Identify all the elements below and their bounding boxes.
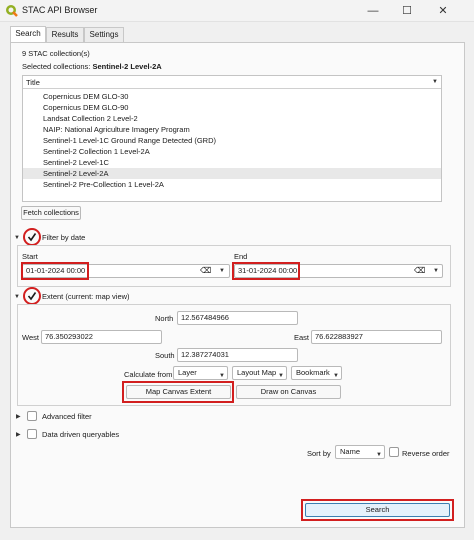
chevron-down-icon[interactable]: ▼ <box>433 268 439 274</box>
list-item[interactable]: Sentinel-2 Collection 1 Level-2A <box>23 146 441 157</box>
extent-label: Extent (current: map view) <box>42 292 130 301</box>
filter-date-label: Filter by date <box>42 233 86 242</box>
queryables-checkbox[interactable] <box>27 429 37 439</box>
bookmark-label: Bookmark <box>296 368 330 377</box>
list-item[interactable]: NAIP: National Agriculture Imagery Progr… <box>23 124 441 135</box>
calculate-from-label: Calculate from <box>124 370 173 379</box>
advanced-filter-label: Advanced filter <box>42 412 92 421</box>
fetch-collections-button[interactable]: Fetch collections <box>21 206 81 220</box>
close-button[interactable]: ✕ <box>428 2 458 20</box>
extent-checkbox[interactable] <box>27 291 37 301</box>
layer-dropdown-label: Layer <box>178 368 197 377</box>
list-header: Title ▼ <box>23 76 441 89</box>
south-label: South <box>155 351 175 360</box>
sort-by-label: Sort by <box>307 449 331 458</box>
checkmark-icon <box>27 233 37 242</box>
chevron-down-icon: ▼ <box>333 373 339 379</box>
list-item-selected[interactable]: Sentinel-2 Level-2A <box>23 168 441 179</box>
west-label: West <box>22 333 39 342</box>
north-label: North <box>155 314 174 323</box>
minimize-button[interactable]: — <box>358 2 388 20</box>
expand-arrow-icon[interactable]: ▶ <box>16 413 21 420</box>
start-label: Start <box>22 252 38 261</box>
reverse-order-checkbox[interactable] <box>389 447 399 457</box>
queryables-label: Data driven queryables <box>42 430 120 439</box>
list-item[interactable]: Copernicus DEM GLO-30 <box>23 91 441 102</box>
window-title: STAC API Browser <box>22 5 98 15</box>
south-field[interactable]: 12.387274031 <box>177 348 298 362</box>
start-highlight-box <box>21 262 89 280</box>
list-item[interactable]: Sentinel-2 Level-1C <box>23 157 441 168</box>
layer-dropdown[interactable]: Layer ▼ <box>173 366 228 380</box>
layout-map-label: Layout Map <box>237 368 277 377</box>
collections-list[interactable]: Title ▼ Copernicus DEM GLO-30 Copernicus… <box>22 75 442 202</box>
list-item[interactable]: Sentinel-2 Pre-Collection 1 Level-2A <box>23 179 441 190</box>
end-highlight-box <box>232 262 300 280</box>
qgis-logo-icon <box>6 5 18 17</box>
chevron-down-icon[interactable]: ▼ <box>219 268 225 274</box>
clear-icon[interactable]: ⌫ <box>414 266 425 275</box>
map-canvas-highlight-box <box>122 381 234 403</box>
bookmark-dropdown[interactable]: Bookmark ▼ <box>291 366 342 380</box>
end-label: End <box>234 252 248 261</box>
filter-date-checkbox[interactable] <box>27 232 37 242</box>
sort-chevron-icon[interactable]: ▼ <box>432 79 438 85</box>
selected-collections-label: Selected collections: Sentinel-2 Level-2… <box>22 62 162 71</box>
clear-icon[interactable]: ⌫ <box>200 266 211 275</box>
list-item[interactable]: Sentinel-1 Level-1C Ground Range Detecte… <box>23 135 441 146</box>
selected-collection-value: Sentinel-2 Level-2A <box>92 62 162 71</box>
search-highlight-box <box>301 499 454 521</box>
west-field[interactable]: 76.350293022 <box>41 330 162 344</box>
list-item[interactable]: Copernicus DEM GLO-90 <box>23 102 441 113</box>
maximize-button[interactable]: ☐ <box>392 2 422 20</box>
layout-map-dropdown[interactable]: Layout Map ▼ <box>232 366 287 380</box>
column-header-title[interactable]: Title <box>26 78 40 87</box>
list-item[interactable]: Landsat Collection 2 Level-2 <box>23 113 441 124</box>
chevron-down-icon: ▼ <box>278 373 284 379</box>
expand-arrow-icon[interactable]: ▶ <box>16 431 21 438</box>
draw-on-canvas-button[interactable]: Draw on Canvas <box>236 385 341 399</box>
chevron-down-icon: ▼ <box>376 452 382 458</box>
collapse-arrow-icon[interactable]: ▼ <box>14 235 20 241</box>
east-label: East <box>294 333 310 342</box>
collections-count: 9 STAC collection(s) <box>22 49 90 58</box>
collapse-arrow-icon[interactable]: ▼ <box>14 294 20 300</box>
selected-label-text: Selected collections: <box>22 62 91 71</box>
sort-value: Name <box>340 447 361 456</box>
tab-results[interactable]: Results <box>46 27 84 42</box>
advanced-filter-checkbox[interactable] <box>27 411 37 421</box>
checkmark-icon <box>27 292 37 301</box>
tab-search[interactable]: Search <box>10 26 46 42</box>
reverse-order-label: Reverse order <box>402 449 450 458</box>
north-field[interactable]: 12.567484966 <box>177 311 298 325</box>
sort-dropdown[interactable]: Name ▼ <box>335 445 385 459</box>
east-field[interactable]: 76.622883927 <box>311 330 442 344</box>
tab-settings[interactable]: Settings <box>84 27 124 42</box>
